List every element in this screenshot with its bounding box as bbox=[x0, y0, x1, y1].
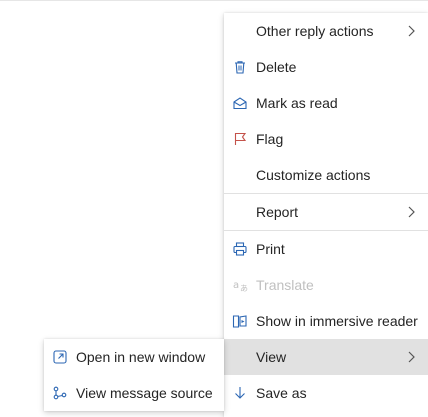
menu-item-label: Save as bbox=[256, 385, 307, 401]
chevron-right-icon bbox=[408, 351, 415, 363]
menu-item-save-as[interactable]: Save as bbox=[224, 375, 428, 411]
trash-icon bbox=[232, 59, 248, 75]
submenu-item-view-message-source[interactable]: View message source bbox=[44, 375, 224, 411]
immersive-reader-icon bbox=[232, 313, 248, 329]
menu-item-label: Mark as read bbox=[256, 95, 338, 111]
printer-icon bbox=[232, 241, 248, 257]
svg-text:あ: あ bbox=[240, 284, 248, 293]
menu-item-report[interactable]: Report bbox=[224, 194, 428, 230]
menu-item-label: View message source bbox=[76, 385, 213, 401]
menu-item-label: Flag bbox=[256, 131, 284, 147]
menu-item-label: Show in immersive reader bbox=[256, 313, 418, 329]
menu-item-view[interactable]: View bbox=[224, 339, 428, 375]
open-envelope-icon bbox=[232, 95, 248, 111]
source-icon bbox=[52, 385, 68, 401]
flag-icon bbox=[232, 131, 248, 147]
translate-icon: aあ bbox=[232, 277, 248, 293]
menu-item-flag[interactable]: Flag bbox=[224, 121, 428, 157]
menu-item-other-reply-actions[interactable]: Other reply actions bbox=[224, 13, 428, 49]
view-submenu: Open in new window View message source bbox=[44, 339, 224, 411]
open-in-new-window-icon bbox=[52, 349, 68, 365]
menu-item-label: Open in new window bbox=[76, 349, 206, 365]
submenu-item-open-in-new-window[interactable]: Open in new window bbox=[44, 339, 224, 375]
header-divider bbox=[0, 0, 428, 1]
menu-item-label: Translate bbox=[256, 277, 314, 293]
download-arrow-icon bbox=[232, 385, 248, 401]
menu-item-translate: aあ Translate bbox=[224, 267, 428, 303]
page: Other reply actions Delete Mark as read … bbox=[0, 0, 428, 417]
menu-item-label: Delete bbox=[256, 59, 297, 75]
menu-item-label: Print bbox=[256, 241, 285, 257]
svg-text:a: a bbox=[233, 280, 239, 291]
menu-item-label: Other reply actions bbox=[256, 23, 374, 39]
chevron-right-icon bbox=[408, 25, 415, 37]
menu-item-immersive-reader[interactable]: Show in immersive reader bbox=[224, 303, 428, 339]
menu-item-label: Customize actions bbox=[256, 167, 371, 183]
chevron-right-icon bbox=[408, 206, 415, 218]
menu-item-label: View bbox=[256, 349, 287, 365]
menu-item-label: Report bbox=[256, 204, 299, 220]
menu-item-customize-actions[interactable]: Customize actions bbox=[224, 157, 428, 193]
menu-item-mark-as-read[interactable]: Mark as read bbox=[224, 85, 428, 121]
menu-item-delete[interactable]: Delete bbox=[224, 49, 428, 85]
menu-item-print[interactable]: Print bbox=[224, 231, 428, 267]
more-actions-menu: Other reply actions Delete Mark as read … bbox=[224, 13, 428, 417]
